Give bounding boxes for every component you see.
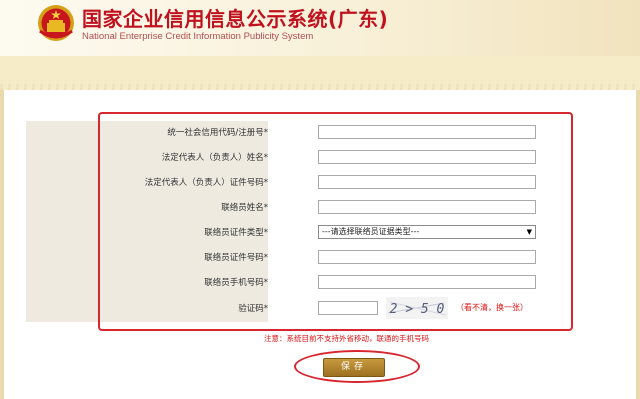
contact-id-type-select[interactable]: ---请选择联络员证据类型--- ▼ [318, 225, 536, 239]
form-row-contact-name: 联络员姓名* [26, 196, 568, 221]
form-row-legal-rep-id: 法定代表人（负责人）证件号码* [26, 171, 568, 196]
contact-name-input[interactable] [318, 200, 536, 214]
decorative-band [0, 56, 640, 91]
contact-id-number-input[interactable] [318, 250, 536, 264]
captcha-input[interactable] [318, 301, 378, 315]
captcha-image[interactable]: 2 > 5 0 [386, 297, 448, 319]
contact-id-type-label: 联络员证件类型* [204, 228, 268, 238]
chevron-down-icon: ▼ [526, 228, 532, 236]
form-row-credit-code: 统一社会信用代码/注册号* [26, 121, 568, 146]
credit-code-label: 统一社会信用代码/注册号* [167, 128, 268, 138]
contact-phone-label: 联络员手机号码* [204, 278, 268, 288]
captcha-text: 2 > 5 0 [390, 302, 445, 317]
legal-rep-id-input[interactable] [318, 175, 536, 189]
contact-phone-input[interactable] [318, 275, 536, 289]
captcha-refresh-link[interactable]: （看不清，换一张） [456, 297, 528, 319]
legal-rep-id-label: 法定代表人（负责人）证件号码* [144, 178, 268, 188]
form-row-contact-id-type: 联络员证件类型* ---请选择联络员证据类型--- ▼ [26, 221, 568, 246]
legal-rep-name-label: 法定代表人（负责人）姓名* [161, 153, 268, 163]
form-row-captcha: 验证码* 2 > 5 0 （看不清，换一张） [26, 297, 568, 322]
captcha-label: 验证码* [238, 304, 268, 314]
contact-name-label: 联络员姓名* [221, 203, 268, 213]
header-banner: 国家企业信用信息公示系统(广东) National Enterprise Cre… [0, 0, 640, 56]
contact-id-type-selected: ---请选择联络员证据类型--- [322, 227, 420, 236]
form-row-legal-rep-name: 法定代表人（负责人）姓名* [26, 146, 568, 171]
registration-form: 统一社会信用代码/注册号* 法定代表人（负责人）姓名* 法定代表人（负责人）证件… [26, 121, 568, 322]
form-row-contact-id-number: 联络员证件号码* [26, 246, 568, 271]
national-emblem-icon [38, 5, 74, 41]
site-title: 国家企业信用信息公示系统(广东) [82, 7, 389, 31]
form-row-contact-phone: 联络员手机号码* [26, 271, 568, 296]
save-button[interactable]: 保存 [323, 358, 385, 377]
credit-code-input[interactable] [318, 125, 536, 139]
phone-notice: 注意：系统目前不支持外省移动，联通的手机号码 [264, 334, 429, 343]
contact-id-number-label: 联络员证件号码* [204, 253, 268, 263]
legal-rep-name-input[interactable] [318, 150, 536, 164]
site-subtitle: National Enterprise Credit Information P… [82, 31, 314, 42]
